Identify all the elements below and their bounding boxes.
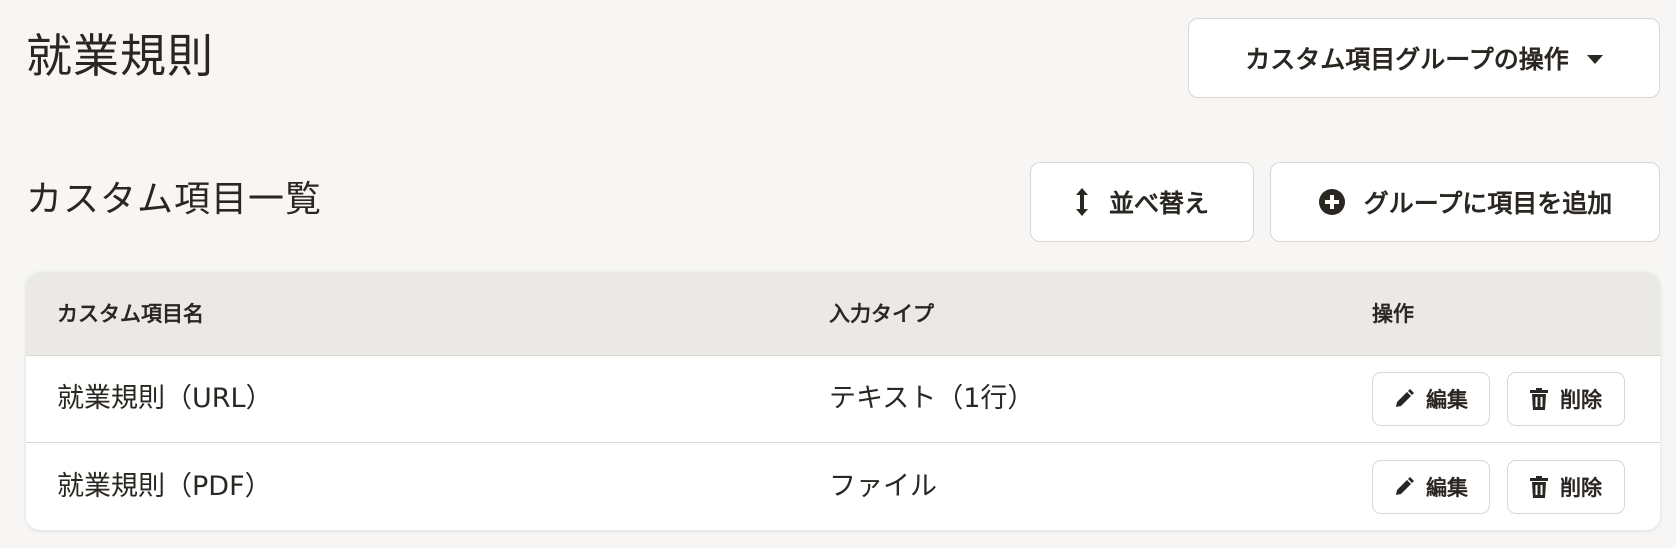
section-title: カスタム項目一覧 — [26, 179, 323, 220]
edit-button[interactable]: 編集 — [1372, 460, 1490, 514]
delete-label: 削除 — [1560, 476, 1602, 500]
page-title: 就業規則 — [26, 29, 214, 83]
column-header-name: カスタム項目名 — [57, 302, 204, 326]
add-field-button[interactable]: グループに項目を追加 — [1270, 162, 1660, 242]
custom-field-group-page: 就業規則 カスタム項目グループの操作 カスタム項目一覧 並べ替え グループに項目… — [0, 0, 1676, 548]
table-header: カスタム項目名 入力タイプ 操作 — [26, 272, 1660, 356]
field-type-cell: ファイル — [829, 471, 937, 502]
column-header-actions: 操作 — [1372, 302, 1414, 326]
table-row: 就業規則（PDF） ファイル 編集 削除 — [26, 444, 1660, 530]
pencil-icon — [1394, 389, 1414, 409]
delete-button[interactable]: 削除 — [1507, 372, 1625, 426]
table-row: 就業規則（URL） テキスト（1行） 編集 削除 — [26, 356, 1660, 443]
sort-arrows-icon — [1075, 187, 1089, 217]
custom-fields-table: カスタム項目名 入力タイプ 操作 就業規則（URL） テキスト（1行） 編集 削… — [26, 272, 1660, 530]
trash-icon — [1530, 476, 1548, 498]
delete-label: 削除 — [1560, 388, 1602, 412]
group-actions-label: カスタム項目グループの操作 — [1245, 45, 1569, 74]
column-header-type: 入力タイプ — [829, 302, 934, 326]
delete-button[interactable]: 削除 — [1507, 460, 1625, 514]
edit-label: 編集 — [1426, 476, 1468, 500]
group-actions-dropdown-button[interactable]: カスタム項目グループの操作 — [1188, 18, 1660, 98]
plus-circle-icon — [1318, 188, 1346, 216]
field-type-cell: テキスト（1行） — [829, 383, 1035, 414]
trash-icon — [1530, 388, 1548, 410]
pencil-icon — [1394, 477, 1414, 497]
sort-button[interactable]: 並べ替え — [1030, 162, 1254, 242]
edit-label: 編集 — [1426, 388, 1468, 412]
field-name-cell: 就業規則（URL） — [57, 383, 273, 414]
add-field-label: グループに項目を追加 — [1363, 189, 1613, 218]
sort-label: 並べ替え — [1108, 189, 1209, 218]
chevron-down-icon — [1586, 55, 1603, 64]
edit-button[interactable]: 編集 — [1372, 372, 1490, 426]
field-name-cell: 就業規則（PDF） — [57, 471, 272, 502]
